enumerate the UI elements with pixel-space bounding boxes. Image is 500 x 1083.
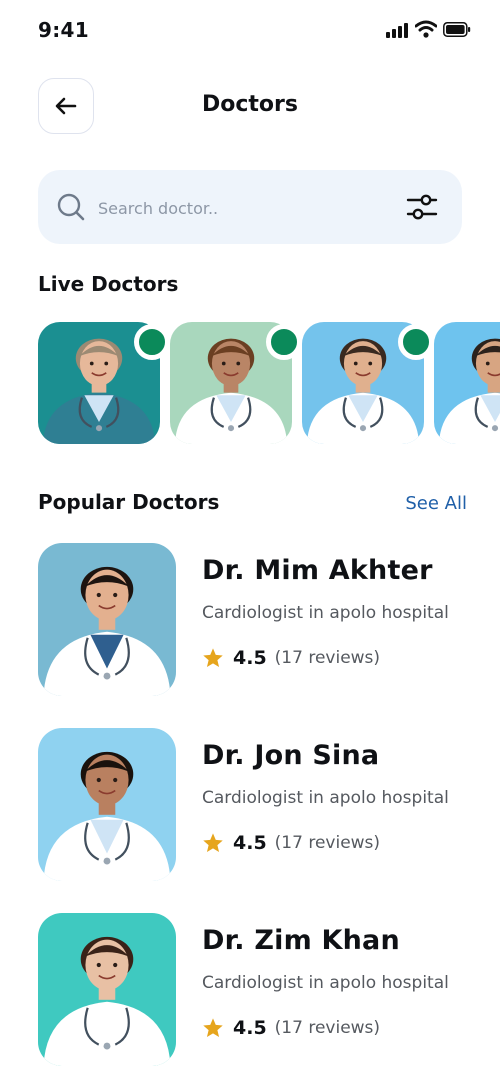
live-doctors-title: Live Doctors bbox=[38, 272, 179, 296]
doctor-specialty: Cardiologist in apolo hospital bbox=[202, 603, 449, 623]
live-doctors-list bbox=[0, 322, 500, 446]
doctor-photo bbox=[434, 322, 500, 444]
doctor-avatar bbox=[38, 543, 176, 696]
doctor-rating: 4.5 bbox=[233, 832, 267, 854]
popular-doctors-title: Popular Doctors bbox=[38, 490, 220, 514]
doctor-specialty: Cardiologist in apolo hospital bbox=[202, 973, 449, 993]
search-icon bbox=[57, 193, 85, 221]
live-status-dot bbox=[266, 324, 302, 360]
doctor-review-count: (17 reviews) bbox=[274, 1018, 381, 1038]
doctor-review-count: (17 reviews) bbox=[274, 648, 381, 668]
star-icon bbox=[203, 648, 223, 667]
search-input[interactable] bbox=[96, 188, 390, 228]
doctor-rating: 4.5 bbox=[233, 647, 267, 669]
doctor-avatar bbox=[38, 913, 176, 1066]
battery-icon bbox=[443, 22, 471, 37]
star-icon bbox=[203, 1018, 223, 1037]
doctor-review-count: (17 reviews) bbox=[274, 833, 381, 853]
search-bar bbox=[38, 170, 462, 244]
doctor-rating-row: 4.5 (17 reviews) bbox=[202, 830, 380, 856]
signal-icon bbox=[386, 23, 410, 38]
live-doctor-card[interactable] bbox=[434, 322, 500, 444]
doctor-photo bbox=[38, 913, 176, 1066]
doctor-name: Dr. Jon Sina bbox=[202, 740, 380, 771]
wifi-icon bbox=[415, 20, 437, 38]
doctor-name: Dr. Zim Khan bbox=[202, 925, 400, 956]
doctor-avatar bbox=[38, 728, 176, 881]
doctor-photo bbox=[38, 728, 176, 881]
doctor-rating-row: 4.5 (17 reviews) bbox=[202, 645, 380, 671]
doctor-card[interactable]: Dr. Zim Khan Cardiologist in apolo hospi… bbox=[38, 913, 478, 1067]
doctor-rating-row: 4.5 (17 reviews) bbox=[202, 1015, 380, 1041]
doctor-name: Dr. Mim Akhter bbox=[202, 555, 433, 586]
star-icon bbox=[203, 833, 223, 852]
doctor-card[interactable]: Dr. Mim Akhter Cardiologist in apolo hos… bbox=[38, 543, 478, 697]
live-status-dot bbox=[398, 324, 434, 360]
filter-icon[interactable] bbox=[406, 192, 438, 222]
see-all-link[interactable]: See All bbox=[405, 493, 467, 514]
status-bar: 9:41 bbox=[0, 0, 500, 60]
page-title: Doctors bbox=[202, 92, 298, 117]
doctor-card[interactable]: Dr. Jon Sina Cardiologist in apolo hospi… bbox=[38, 728, 478, 882]
doctor-specialty: Cardiologist in apolo hospital bbox=[202, 788, 449, 808]
doctor-rating: 4.5 bbox=[233, 1017, 267, 1039]
live-status-dot bbox=[134, 324, 170, 360]
status-time: 9:41 bbox=[38, 18, 89, 42]
doctor-photo bbox=[38, 543, 176, 696]
